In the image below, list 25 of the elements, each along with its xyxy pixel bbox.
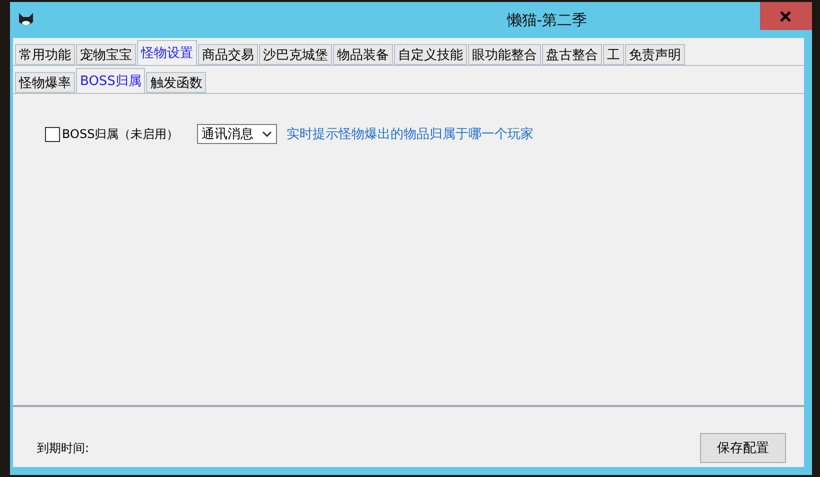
tab[interactable]: 物品装备: [333, 44, 393, 65]
expiry-label: 到期时间:: [37, 440, 90, 456]
close-icon: [780, 10, 792, 22]
tab[interactable]: 眼功能整合: [468, 44, 541, 65]
tab[interactable]: 自定义技能: [394, 44, 467, 65]
tab[interactable]: 触发函数: [146, 72, 206, 93]
hint-text: 实时提示怪物爆出的物品归属于哪一个玩家: [286, 126, 534, 143]
tab[interactable]: 工: [603, 44, 624, 65]
window-title: 懒猫-第二季: [506, 10, 588, 30]
tab[interactable]: 常用功能: [15, 44, 75, 65]
tab[interactable]: BOSS归属: [76, 68, 146, 93]
tab[interactable]: 沙巴克城堡: [259, 44, 332, 65]
tab[interactable]: 盘古整合: [542, 44, 602, 65]
tab[interactable]: 宠物宝宝: [76, 44, 136, 65]
tab[interactable]: 怪物设置: [137, 40, 197, 65]
close-button[interactable]: [760, 2, 812, 30]
tab[interactable]: 免责声明: [625, 44, 685, 65]
cat-icon: [18, 13, 34, 27]
checkbox[interactable]: [45, 126, 60, 142]
checkbox-label: BOSS归属（未启用）: [62, 126, 179, 142]
dropdown[interactable]: 通讯消息: [196, 124, 277, 144]
tab[interactable]: 商品交易: [198, 44, 258, 65]
chevron-down-icon: [262, 131, 272, 137]
save-button[interactable]: 保存配置: [700, 433, 786, 463]
tab[interactable]: 怪物爆率: [15, 72, 75, 93]
